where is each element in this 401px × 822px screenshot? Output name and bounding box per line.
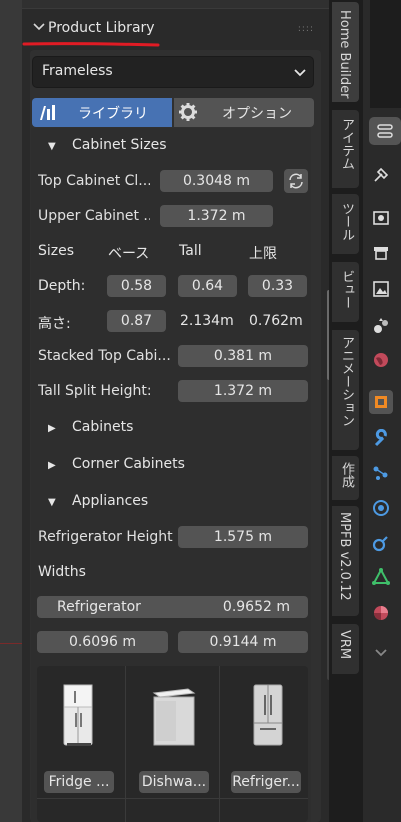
library-tabs: ライブラリ オプション — [32, 98, 314, 127]
tool-icon[interactable] — [371, 165, 391, 185]
sizes-column-label: Sizes — [38, 243, 75, 259]
physics-icon[interactable] — [371, 498, 391, 518]
tab-item-label: アイテム — [339, 118, 354, 170]
fridge-button[interactable]: Fridge ... — [44, 771, 114, 793]
constraints-icon[interactable] — [371, 533, 391, 553]
style-dropdown[interactable]: Frameless — [32, 56, 314, 88]
object-properties-tab[interactable] — [369, 390, 393, 414]
tab-options-label: オプション — [222, 106, 292, 122]
refresh-icon — [289, 173, 303, 189]
tab-create-label: 作成 — [339, 462, 354, 488]
scene-icon[interactable] — [371, 315, 391, 335]
width-b-field[interactable]: 0.9144 m — [178, 631, 308, 653]
toolbar-toggle-button[interactable] — [369, 117, 401, 145]
expanded-triangle-icon: ▼ — [48, 141, 56, 152]
properties-editor-tabs — [363, 0, 401, 822]
tab-tool[interactable]: ツール — [332, 194, 359, 254]
particles-icon[interactable] — [371, 463, 391, 483]
tab-vrm[interactable]: VRM — [332, 624, 359, 674]
tool-settings-icon — [377, 124, 393, 138]
cabinet-sizes-header[interactable]: ▼ Cabinet Sizes — [48, 137, 167, 153]
tab-view[interactable]: ビュー — [332, 262, 359, 322]
height-tall-value: 2.134m — [180, 313, 234, 329]
upper-column-label: 上限 — [249, 246, 277, 262]
collapsed-triangle-icon: ▶ — [48, 423, 56, 434]
tab-library[interactable]: ライブラリ — [32, 98, 172, 127]
grid-divider — [37, 798, 308, 799]
tab-library-label: ライブラリ — [78, 106, 148, 122]
tab-home-builder[interactable]: Home Builder — [332, 2, 359, 102]
stacked-top-label: Stacked Top Cabi... — [38, 348, 170, 364]
tab-animation[interactable]: アニメーション — [332, 330, 359, 450]
tab-mpfb-label: MPFB v2.0.12 — [337, 512, 352, 601]
tall-split-label: Tall Split Height: — [38, 383, 152, 399]
widths-label: Widths — [38, 564, 86, 580]
chevron-down-icon — [294, 69, 306, 77]
height-label: 高さ: — [38, 316, 71, 332]
3d-viewport[interactable] — [0, 0, 22, 822]
library-bars-icon — [40, 105, 55, 120]
output-icon[interactable] — [371, 243, 391, 263]
modifier-wrench-icon[interactable] — [371, 429, 391, 449]
top-cabinet-label: Top Cabinet Cl... — [38, 173, 150, 189]
red-annotation-underline — [22, 42, 160, 47]
tab-home-builder-label: Home Builder — [337, 10, 352, 99]
dishwasher-button[interactable]: Dishwa... — [139, 771, 209, 793]
tall-column-label: Tall — [179, 243, 202, 259]
fridge-height-label: Refrigerator Height — [38, 529, 173, 545]
stacked-top-field[interactable]: 0.381 m — [178, 345, 308, 367]
refrigerator-width-value: 0.9652 m — [222, 599, 290, 615]
depth-base-field[interactable]: 0.58 — [107, 275, 166, 297]
cabinets-header[interactable]: ▶ Cabinets — [48, 419, 133, 435]
fridge-height-field[interactable]: 1.575 m — [178, 526, 308, 548]
section-title: Product Library — [48, 20, 155, 36]
fridge-thumbnail[interactable] — [62, 683, 96, 747]
tab-create[interactable]: 作成 — [332, 456, 359, 500]
upper-cabinet-field[interactable]: 1.372 m — [160, 205, 273, 227]
outliner-edge — [370, 0, 401, 108]
tab-animation-label: アニメーション — [339, 336, 354, 427]
previous-panel-edge — [22, 0, 329, 9]
material-icon[interactable] — [371, 603, 391, 623]
depth-label: Depth: — [38, 278, 86, 294]
height-base-field[interactable]: 0.87 — [107, 310, 166, 332]
gear-icon — [179, 103, 197, 121]
tab-tool-label: ツール — [339, 202, 354, 241]
depth-tall-field[interactable]: 0.64 — [178, 275, 237, 297]
refrigerator-thumbnail[interactable] — [250, 683, 286, 747]
style-dropdown-value: Frameless — [42, 63, 113, 79]
object-icon — [375, 396, 387, 408]
refrigerator-width-label: Refrigerator — [57, 599, 141, 615]
tab-view-label: ビュー — [339, 270, 354, 309]
base-column-label: ベース — [108, 246, 150, 262]
tab-mpfb[interactable]: MPFB v2.0.12 — [332, 506, 359, 616]
dishwasher-thumbnail[interactable] — [150, 687, 196, 747]
tab-vrm-label: VRM — [337, 630, 352, 660]
expanded-triangle-icon: ▼ — [48, 497, 56, 508]
tab-item[interactable]: アイテム — [332, 110, 359, 188]
height-upper-value: 0.762m — [249, 313, 303, 329]
sidebar-tab-strip: Home Builder アイテム ツール ビュー アニメーション 作成 MPF… — [329, 0, 363, 822]
refrigerator-width-field[interactable]: Refrigerator 0.9652 m — [37, 596, 308, 618]
chevron-down-icon — [33, 23, 45, 31]
world-icon[interactable] — [371, 350, 391, 370]
tall-split-field[interactable]: 1.372 m — [178, 380, 308, 402]
tab-options[interactable]: オプション — [174, 98, 314, 127]
drag-grip-icon[interactable]: :::: — [298, 24, 314, 34]
width-a-field[interactable]: 0.6096 m — [37, 631, 168, 653]
upper-cabinet-label: Upper Cabinet ... — [38, 208, 150, 224]
appliances-header[interactable]: ▼ Appliances — [48, 493, 148, 509]
collapsed-triangle-icon: ▶ — [48, 460, 56, 471]
view-layer-icon[interactable] — [371, 279, 391, 299]
chevron-down-icon[interactable] — [371, 642, 391, 662]
corner-cabinets-header[interactable]: ▶ Corner Cabinets — [48, 456, 185, 472]
depth-upper-field[interactable]: 0.33 — [248, 275, 307, 297]
top-cabinet-field[interactable]: 0.3048 m — [160, 170, 273, 192]
render-icon[interactable] — [371, 207, 391, 227]
refresh-button[interactable] — [284, 169, 308, 193]
object-data-icon[interactable] — [371, 567, 391, 587]
viewport-axis-line — [0, 643, 22, 644]
refrigerator-button[interactable]: Refriger... — [231, 771, 301, 793]
